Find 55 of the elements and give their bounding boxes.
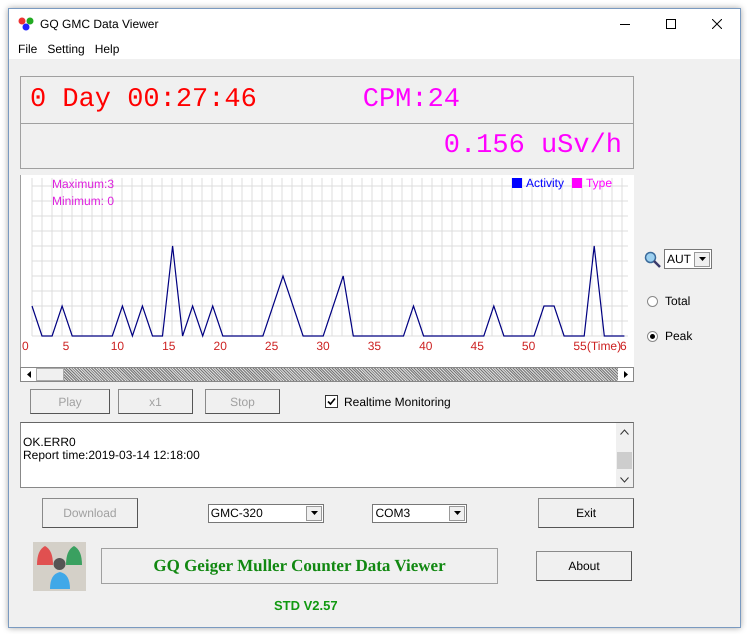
axis-label: 30: [316, 339, 330, 353]
elapsed-time: 0 Day 00:27:46: [30, 84, 257, 116]
axis-label: 40: [419, 339, 432, 353]
app-logo-icon: [18, 16, 34, 30]
legend-label: Activity: [526, 176, 564, 190]
caret-icon: [698, 257, 706, 261]
axis-label: 20: [214, 339, 227, 353]
scroll-down-icon[interactable]: [620, 477, 629, 483]
horizontal-scrollbar[interactable]: [20, 367, 634, 382]
about-button[interactable]: About: [536, 551, 632, 581]
scroll-thumb[interactable]: [36, 368, 64, 381]
axis-label: 25: [264, 339, 278, 353]
caret-icon: [310, 511, 318, 515]
exit-button[interactable]: Exit: [538, 498, 634, 528]
maximize-icon[interactable]: [666, 18, 676, 28]
axis-label: 55: [573, 339, 587, 353]
cpm-reading: CPM:24: [362, 84, 460, 116]
radio-label: Peak: [665, 328, 692, 345]
axis-label: 50: [522, 339, 536, 353]
scroll-up-icon[interactable]: [620, 429, 629, 435]
log-line: Report time:2019-03-14 12:18:00: [23, 449, 201, 462]
checkbox-label: Realtime Monitoring: [344, 394, 451, 410]
radio-label: Total: [665, 293, 690, 310]
log-line: OK.ERR0: [23, 436, 77, 449]
minimum-label: Minimum: 0: [52, 194, 114, 208]
menu-item[interactable]: File: [13, 40, 42, 58]
axis-label: 5: [62, 339, 70, 353]
search-icon: [644, 250, 661, 268]
window-title: GQ GMC Data Viewer: [40, 16, 158, 32]
version-label: STD V2.57: [274, 597, 338, 615]
axis-label: 45: [470, 339, 484, 353]
caret-icon: [454, 511, 461, 515]
axis-title: (Time): [586, 339, 622, 353]
scale-dropdown[interactable]: AUT: [664, 249, 712, 269]
axis-label: 6: [620, 339, 627, 353]
axis-label: 10: [110, 339, 124, 353]
mode-radio[interactable]: [647, 296, 658, 306]
scroll-left-icon[interactable]: [26, 371, 30, 378]
axis-label: 0: [22, 339, 29, 353]
menu-item[interactable]: Setting: [42, 40, 90, 58]
scroll-right-icon[interactable]: [624, 371, 628, 378]
close-icon[interactable]: [712, 18, 722, 28]
realtime-checkbox[interactable]: [325, 395, 338, 408]
menu-item[interactable]: Help: [90, 40, 124, 58]
legend-label: Type: [586, 176, 612, 190]
port-dropdown[interactable]: COM3: [372, 504, 468, 522]
title-banner: GQ Geiger Muller Counter Data Viewer: [101, 548, 498, 584]
device-dropdown[interactable]: GMC-320: [208, 504, 324, 522]
dose-rate: 0.156 uSv/h: [444, 130, 622, 162]
axis-label: 35: [368, 339, 382, 353]
maximum-label: Maximum:3: [52, 177, 114, 191]
scroll-thumb[interactable]: [617, 452, 632, 469]
logo-icon: [33, 542, 86, 590]
mode-radio[interactable]: [647, 330, 658, 342]
axis-label: 15: [162, 339, 176, 353]
